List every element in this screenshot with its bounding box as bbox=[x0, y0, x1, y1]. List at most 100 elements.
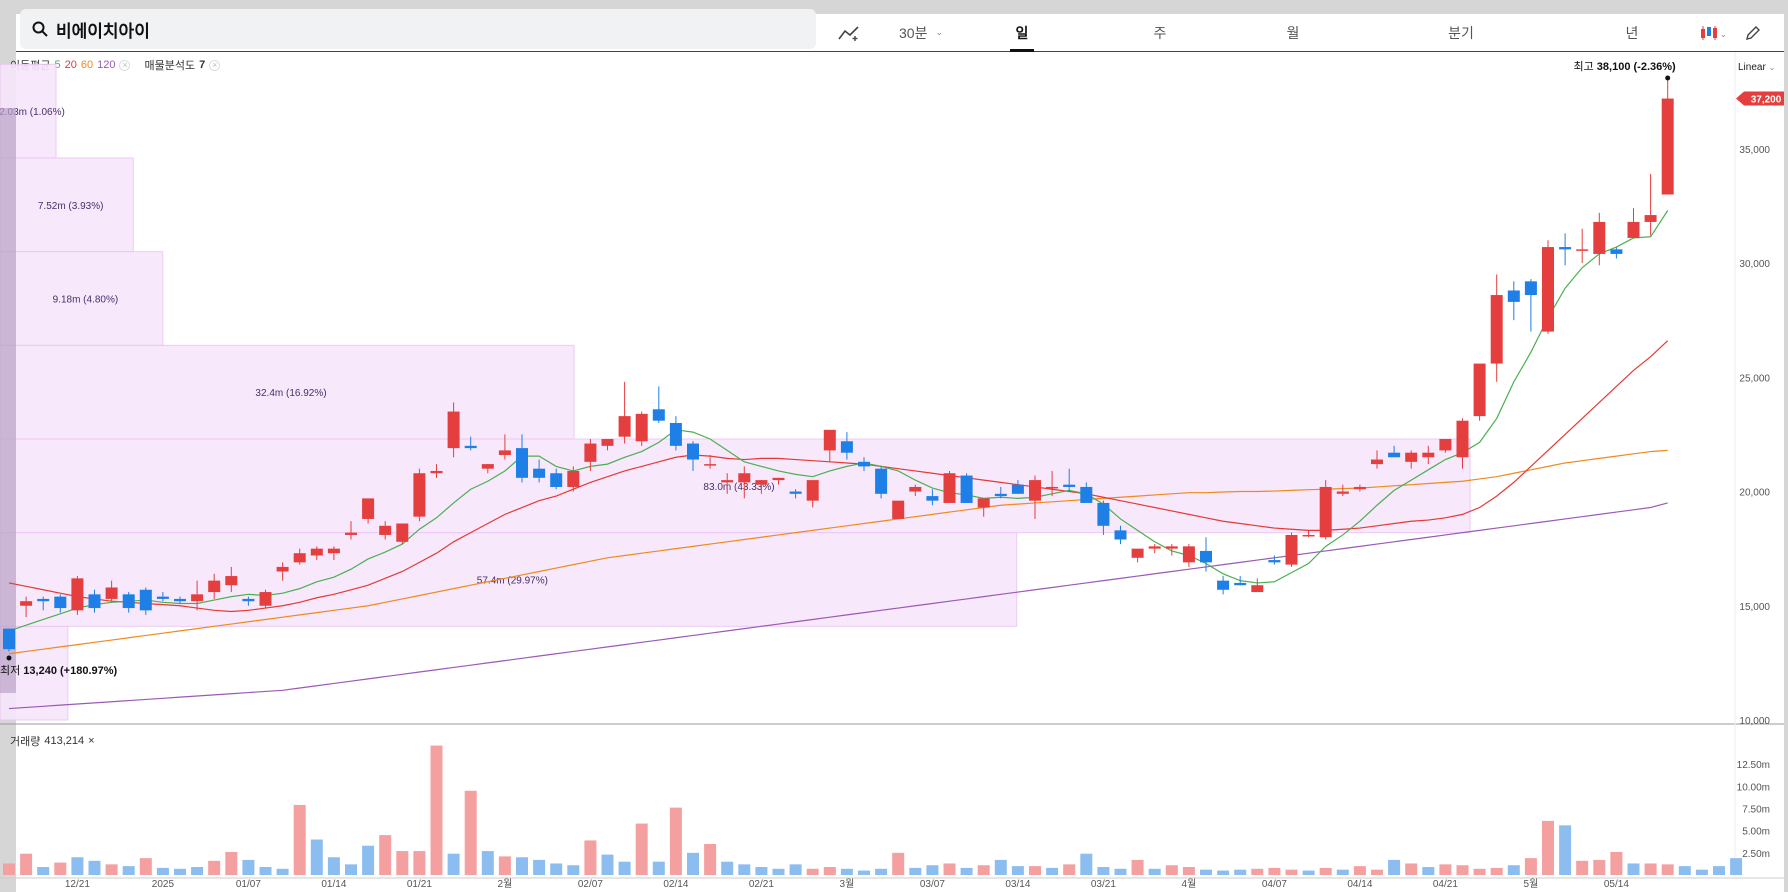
candle-body bbox=[1165, 546, 1178, 549]
candle-body bbox=[1114, 530, 1127, 540]
x-tick-label: 5월 bbox=[1524, 878, 1539, 890]
candle-body bbox=[1439, 438, 1452, 451]
candle-type-icon[interactable]: ⌄ bbox=[1692, 14, 1732, 51]
close-icon[interactable]: × bbox=[88, 735, 94, 747]
tab-period-day[interactable]: 일 bbox=[992, 14, 1052, 52]
candle-body bbox=[618, 416, 631, 437]
candle-body bbox=[54, 596, 67, 609]
volume-bar bbox=[396, 851, 409, 875]
volume-profile-label: 7.52m (3.93%) bbox=[38, 201, 104, 212]
candle-body bbox=[1371, 459, 1383, 465]
volume-bar bbox=[1713, 866, 1725, 875]
candle-body bbox=[481, 464, 494, 469]
volume-profile-label: 32.4m (16.92%) bbox=[255, 388, 326, 399]
volume-y-tick-label: 2.50m bbox=[1742, 849, 1770, 860]
candle-body bbox=[926, 496, 939, 501]
volume-bar bbox=[1644, 863, 1657, 875]
volume-bar bbox=[1593, 859, 1606, 875]
volume-bar bbox=[994, 859, 1007, 875]
x-tick-label: 05/14 bbox=[1604, 879, 1629, 890]
volume-value: 413,214 bbox=[44, 735, 85, 747]
volume-y-tick-label: 10.00m bbox=[1737, 782, 1770, 793]
edit-pencil-icon[interactable] bbox=[1738, 14, 1768, 51]
stock-search-box[interactable]: 비에이치아이 bbox=[20, 9, 816, 49]
candle-body bbox=[1285, 534, 1298, 565]
candle-body bbox=[1148, 546, 1161, 549]
volume-bar bbox=[379, 835, 392, 875]
right-frame bbox=[1784, 0, 1788, 892]
candle-body bbox=[259, 592, 272, 606]
tab-period-quarter[interactable]: 분기 bbox=[1431, 14, 1491, 51]
volume-bar bbox=[242, 859, 255, 875]
candle-body bbox=[1353, 486, 1366, 490]
candle-body bbox=[1097, 502, 1110, 526]
candle-body bbox=[687, 443, 699, 460]
volume-profile-label: 57.4m (29.97%) bbox=[477, 575, 548, 586]
candle-body bbox=[71, 578, 84, 611]
candle-body bbox=[242, 598, 255, 602]
tab-period-month[interactable]: 월 bbox=[1263, 14, 1323, 51]
price-chart[interactable]: 57.4m (29.97%) 83.0m (43.33%) 32.4m (16.92… bbox=[0, 0, 1788, 892]
scale-dropdown[interactable]: Linear ⌄ bbox=[1738, 62, 1775, 73]
candle-body bbox=[704, 464, 717, 466]
volume-bar bbox=[1371, 869, 1383, 875]
volume-bar bbox=[1319, 867, 1332, 875]
x-tick-label: 01/14 bbox=[321, 879, 346, 890]
x-tick-label: 03/07 bbox=[920, 879, 945, 890]
volume-bar bbox=[550, 863, 563, 875]
volume-bar bbox=[516, 857, 528, 875]
volume-bar bbox=[1148, 868, 1161, 875]
tab-period-year[interactable]: 년 bbox=[1602, 14, 1662, 51]
volume-bar bbox=[669, 807, 682, 875]
x-tick-label: 03/14 bbox=[1005, 879, 1030, 890]
volume-bar bbox=[1165, 865, 1178, 875]
x-tick-label: 4월 bbox=[1182, 878, 1197, 890]
volume-bar bbox=[1217, 870, 1230, 875]
volume-bar bbox=[1490, 867, 1503, 875]
candle-body bbox=[755, 480, 768, 485]
candle-body bbox=[635, 413, 648, 442]
ma-legend-label: 이동평균 bbox=[10, 60, 51, 72]
candle-body bbox=[174, 598, 186, 602]
volume-bar bbox=[1046, 867, 1059, 875]
candle-body bbox=[1593, 221, 1606, 254]
svg-text:⌄: ⌄ bbox=[1720, 30, 1725, 39]
low-price-label: 최저 13,240 (+180.97%) bbox=[0, 664, 118, 677]
x-tick-label: 04/14 bbox=[1347, 879, 1372, 890]
candle-body bbox=[1234, 582, 1247, 586]
volume-bar bbox=[1388, 859, 1401, 875]
volume-bar bbox=[276, 868, 289, 875]
volume-bar bbox=[858, 870, 870, 875]
volume-bar bbox=[105, 864, 118, 875]
candle-body bbox=[1336, 491, 1349, 494]
scale-label: Linear bbox=[1738, 62, 1766, 73]
candle-body bbox=[1610, 249, 1623, 254]
y-tick-label: 25,000 bbox=[1739, 373, 1770, 384]
drawing-tool-icon[interactable] bbox=[834, 14, 864, 51]
volume-bar bbox=[293, 804, 306, 875]
y-tick-label: 20,000 bbox=[1739, 488, 1770, 499]
volume-bar bbox=[139, 858, 152, 875]
volume-bar bbox=[789, 864, 802, 875]
candle-body bbox=[601, 438, 614, 446]
volume-bar bbox=[1063, 864, 1076, 875]
candle-body bbox=[960, 475, 973, 503]
close-icon[interactable]: × bbox=[119, 59, 131, 71]
ma20-period: 20 bbox=[64, 59, 77, 71]
volume-bar bbox=[174, 868, 186, 875]
tab-label: 월 bbox=[1286, 24, 1300, 41]
volume-bar bbox=[533, 859, 546, 875]
volume-bar bbox=[567, 865, 580, 875]
search-icon bbox=[32, 21, 48, 37]
volume-bar bbox=[1695, 869, 1708, 875]
volume-bar bbox=[875, 868, 888, 875]
candle-body bbox=[88, 594, 101, 609]
volume-bar bbox=[1080, 853, 1093, 875]
x-tick-label: 2025 bbox=[152, 879, 175, 890]
volume-bar bbox=[772, 868, 785, 875]
tab-period-week[interactable]: 주 bbox=[1130, 14, 1190, 51]
interval-dropdown[interactable]: 30분 ⌄ bbox=[886, 14, 956, 51]
candle-body bbox=[1011, 484, 1024, 494]
close-icon[interactable]: × bbox=[209, 59, 221, 71]
search-input[interactable]: 비에이치아이 bbox=[56, 17, 150, 42]
